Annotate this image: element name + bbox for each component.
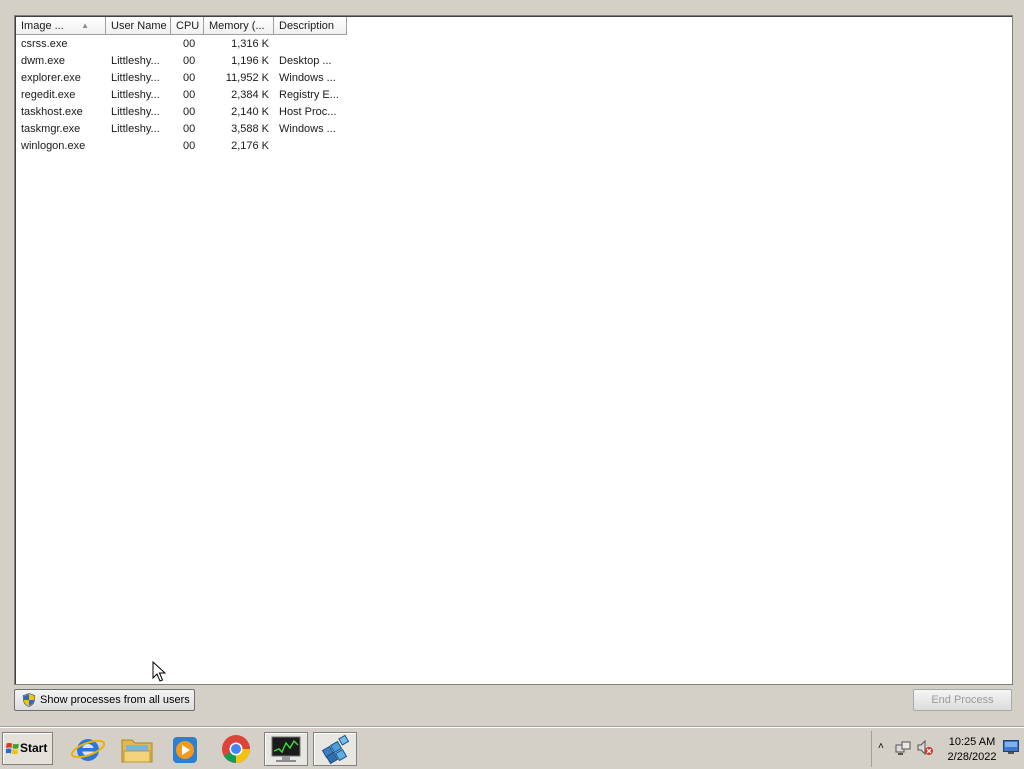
- description-cell: Host Proc...: [279, 106, 337, 118]
- memory-cell: 11,952 K: [225, 72, 269, 84]
- process-list[interactable]: Image ... ▲ User Name CPU Memory (... De…: [14, 15, 1013, 685]
- process-rows: csrss.exe 00 1,316 K dwm.exe Littleshy..…: [16, 36, 347, 155]
- system-tray: ˄ 10:25 AM 2/28/2022: [871, 731, 1024, 767]
- clock[interactable]: 10:25 AM 2/28/2022: [944, 735, 1000, 765]
- user-name-cell: [106, 36, 171, 53]
- description-cell: Registry E...: [279, 89, 339, 101]
- windows-explorer-icon[interactable]: [115, 732, 159, 766]
- image-name-cell: dwm.exe: [21, 55, 66, 67]
- column-label: Memory (...: [209, 20, 265, 32]
- clock-date: 2/28/2022: [947, 751, 997, 763]
- column-cpu[interactable]: CPU: [171, 17, 204, 35]
- internet-explorer-icon[interactable]: [66, 732, 110, 766]
- windows-flag-icon: [6, 743, 19, 755]
- column-memory[interactable]: Memory (...: [204, 17, 274, 35]
- user-name-cell: Littleshy...: [111, 123, 160, 135]
- end-process-button[interactable]: End Process: [913, 689, 1012, 711]
- memory-cell: 1,316 K: [231, 38, 269, 50]
- taskbar: Start ˄ 10:25 AM 2/28/2022: [0, 727, 1024, 769]
- uac-shield-icon: [22, 693, 36, 707]
- column-label: Description: [279, 20, 335, 32]
- column-label: CPU: [176, 20, 200, 32]
- memory-cell: 2,384 K: [231, 89, 269, 101]
- description-cell: Windows ...: [279, 72, 336, 84]
- sort-ascending-icon: ▲: [81, 21, 89, 30]
- memory-cell: 2,140 K: [231, 106, 269, 118]
- mouse-cursor-icon: [152, 661, 166, 682]
- cpu-cell: 00: [183, 55, 196, 67]
- cpu-cell: 00: [183, 106, 196, 118]
- image-name-cell: winlogon.exe: [21, 140, 86, 152]
- table-row[interactable]: explorer.exe Littleshy... 00 11,952 K Wi…: [16, 70, 347, 87]
- cpu-cell: 00: [183, 89, 196, 101]
- clock-time: 10:25 AM: [948, 736, 996, 748]
- cpu-cell: 00: [183, 140, 196, 152]
- volume-muted-icon[interactable]: [916, 739, 934, 757]
- description-cell: Desktop ...: [279, 55, 332, 67]
- user-name-cell: Littleshy...: [111, 89, 160, 101]
- memory-cell: 1,196 K: [231, 55, 269, 67]
- image-name-cell: csrss.exe: [21, 38, 68, 50]
- table-row[interactable]: dwm.exe Littleshy... 00 1,196 K Desktop …: [16, 53, 347, 70]
- image-name-cell: taskmgr.exe: [21, 123, 81, 135]
- task-manager-taskbar-button[interactable]: [264, 732, 308, 766]
- registry-editor-icon: [321, 734, 350, 765]
- cpu-cell: 00: [183, 72, 196, 84]
- show-all-processes-label: Show processes from all users: [40, 694, 190, 706]
- media-player-icon[interactable]: [163, 732, 207, 766]
- description-cell: [274, 138, 347, 155]
- table-row[interactable]: winlogon.exe 00 2,176 K: [16, 138, 347, 155]
- show-desktop-icon[interactable]: [1003, 740, 1019, 754]
- start-label: Start: [20, 741, 48, 755]
- user-name-cell: Littleshy...: [111, 72, 160, 84]
- column-headers: Image ... ▲ User Name CPU Memory (... De…: [16, 17, 347, 35]
- table-row[interactable]: regedit.exe Littleshy... 00 2,384 K Regi…: [16, 87, 347, 104]
- description-cell: Windows ...: [279, 123, 336, 135]
- image-name-cell: taskhost.exe: [21, 106, 83, 118]
- cpu-cell: 00: [183, 38, 196, 50]
- table-row[interactable]: csrss.exe 00 1,316 K: [16, 36, 347, 53]
- description-cell: [274, 36, 347, 53]
- chrome-icon[interactable]: [214, 732, 258, 766]
- memory-cell: 2,176 K: [231, 140, 269, 152]
- user-name-cell: [106, 138, 171, 155]
- network-icon[interactable]: [894, 739, 912, 757]
- image-name-cell: explorer.exe: [21, 72, 81, 84]
- column-description[interactable]: Description: [274, 17, 347, 35]
- cpu-cell: 00: [183, 123, 196, 135]
- show-all-processes-button[interactable]: Show processes from all users: [14, 689, 195, 711]
- image-name-cell: regedit.exe: [21, 89, 76, 101]
- start-button[interactable]: Start: [2, 732, 53, 765]
- column-image-name[interactable]: Image ... ▲: [16, 17, 106, 35]
- registry-editor-taskbar-button[interactable]: [313, 732, 357, 766]
- column-user-name[interactable]: User Name: [106, 17, 171, 35]
- column-label: User Name: [111, 20, 167, 32]
- table-row[interactable]: taskmgr.exe Littleshy... 00 3,588 K Wind…: [16, 121, 347, 138]
- task-manager-icon: [271, 736, 301, 762]
- show-hidden-icons-icon[interactable]: ˄: [878, 741, 884, 752]
- user-name-cell: Littleshy...: [111, 106, 160, 118]
- table-row[interactable]: taskhost.exe Littleshy... 00 2,140 K Hos…: [16, 104, 347, 121]
- user-name-cell: Littleshy...: [111, 55, 160, 67]
- column-label: Image ...: [21, 20, 64, 32]
- memory-cell: 3,588 K: [231, 123, 269, 135]
